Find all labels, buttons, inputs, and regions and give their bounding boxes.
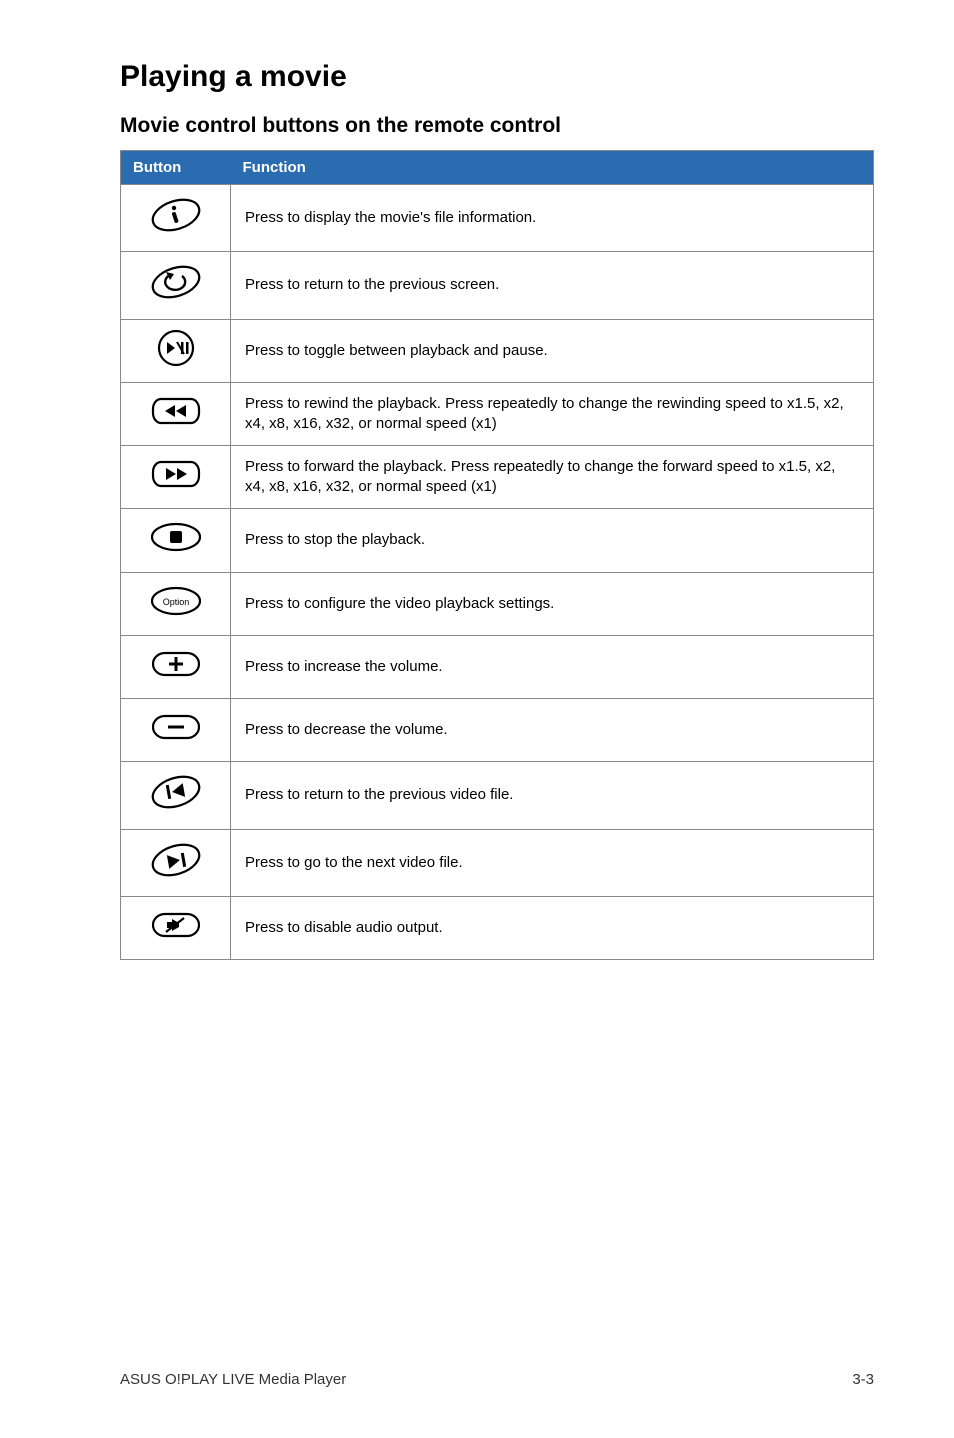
play-pause-icon: [148, 328, 204, 368]
table-row: Press to disable audio output.: [121, 896, 874, 959]
button-icon-cell: [121, 446, 231, 509]
function-cell: Press to disable audio output.: [231, 896, 874, 959]
table-row: Press to return to the previous video fi…: [121, 762, 874, 829]
option-icon: Option: [148, 581, 204, 621]
vol-up-icon: [148, 644, 204, 684]
button-icon-cell: [121, 829, 231, 896]
function-cell: Press to go to the next video file.: [231, 829, 874, 896]
table-row: Press to toggle between playback and pau…: [121, 319, 874, 382]
button-icon-cell: [121, 699, 231, 762]
svg-text:Option: Option: [162, 597, 189, 607]
button-icon-cell: [121, 252, 231, 319]
table-row: Press to decrease the volume.: [121, 699, 874, 762]
function-cell: Press to rewind the playback. Press repe…: [231, 382, 874, 445]
footer-page-number: 3-3: [852, 1371, 874, 1388]
function-cell: Press to decrease the volume.: [231, 699, 874, 762]
vol-down-icon: [148, 707, 204, 747]
function-cell: Press to increase the volume.: [231, 635, 874, 698]
button-icon-cell: [121, 635, 231, 698]
page-title: Playing a movie: [120, 60, 874, 94]
next-file-icon: [148, 838, 204, 882]
mute-icon: [148, 905, 204, 945]
button-icon-cell: [121, 762, 231, 829]
rewind-icon: [148, 391, 204, 431]
footer-product-name: ASUS O!PLAY LIVE Media Player: [120, 1371, 346, 1388]
function-cell: Press to return to the previous screen.: [231, 252, 874, 319]
stop-icon: [148, 517, 204, 557]
table-row: Press to rewind the playback. Press repe…: [121, 382, 874, 445]
remote-buttons-table: Button Function Press to display the mov…: [120, 150, 874, 960]
button-icon-cell: [121, 896, 231, 959]
table-row: Press to display the movie's file inform…: [121, 185, 874, 252]
table-row: Press to return to the previous screen.: [121, 252, 874, 319]
table-row: Option Press to configure the video play…: [121, 572, 874, 635]
forward-icon: [148, 454, 204, 494]
info-icon: [148, 193, 204, 237]
return-icon: [148, 260, 204, 304]
col-header-function: Function: [231, 151, 874, 185]
button-icon-cell: [121, 382, 231, 445]
table-row: Press to increase the volume.: [121, 635, 874, 698]
function-cell: Press to toggle between playback and pau…: [231, 319, 874, 382]
prev-file-icon: [148, 770, 204, 814]
button-icon-cell: [121, 509, 231, 572]
function-cell: Press to return to the previous video fi…: [231, 762, 874, 829]
table-row: Press to forward the playback. Press rep…: [121, 446, 874, 509]
function-cell: Press to display the movie's file inform…: [231, 185, 874, 252]
section-title: Movie control buttons on the remote cont…: [120, 114, 874, 138]
table-row: Press to go to the next video file.: [121, 829, 874, 896]
function-cell: Press to forward the playback. Press rep…: [231, 446, 874, 509]
function-cell: Press to stop the playback.: [231, 509, 874, 572]
button-icon-cell: Option: [121, 572, 231, 635]
table-row: Press to stop the playback.: [121, 509, 874, 572]
col-header-button: Button: [121, 151, 231, 185]
page-footer: ASUS O!PLAY LIVE Media Player 3-3: [120, 1371, 874, 1388]
function-cell: Press to configure the video playback se…: [231, 572, 874, 635]
button-icon-cell: [121, 185, 231, 252]
button-icon-cell: [121, 319, 231, 382]
